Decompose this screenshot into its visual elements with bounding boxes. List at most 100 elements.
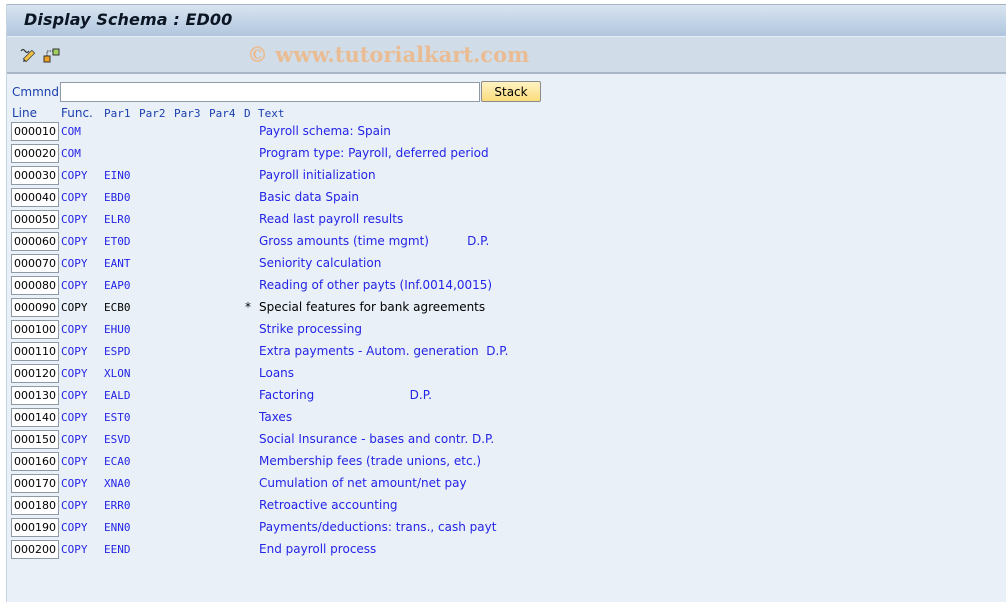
line-number-field[interactable]: 000200 [11, 540, 59, 559]
line-number-field[interactable]: 000100 [11, 320, 59, 339]
line-number-field[interactable]: 000160 [11, 452, 59, 471]
table-row: 000090 COPY ECB0 * Special features for bank… [7, 298, 1006, 320]
line-number-field[interactable]: 000170 [11, 474, 59, 493]
par1-cell: ESVD [104, 433, 131, 446]
par1-cell: EEND [104, 543, 131, 556]
table-row: 000130 COPY EALD Factoring D.P. [7, 386, 1006, 408]
par1-cell: EHU0 [104, 323, 131, 336]
line-number-field[interactable]: 000110 [11, 342, 59, 361]
line-number-field[interactable]: 000060 [11, 232, 59, 251]
row-text: Special features for bank agreements [259, 300, 486, 314]
row-text: Strike processing [259, 322, 362, 336]
row-text: Read last payroll results [259, 212, 404, 226]
table-row: 000170 COPY XNA0 Cumulation of net amount/n… [7, 474, 1006, 496]
par1-cell: EST0 [104, 411, 131, 424]
command-input[interactable] [60, 82, 480, 102]
page-title: Display Schema : ED00 [24, 10, 233, 29]
other-object-icon[interactable] [43, 46, 61, 64]
row-text: Retroactive accounting [259, 498, 398, 512]
par1-cell: EAP0 [104, 279, 131, 292]
function-cell: COPY [61, 279, 88, 292]
line-number-field[interactable]: 000030 [11, 166, 59, 185]
function-cell: COPY [61, 191, 88, 204]
line-number-field[interactable]: 000090 [11, 298, 59, 317]
par1-cell: XNA0 [104, 477, 131, 490]
function-cell: COPY [61, 411, 88, 424]
function-cell: COM [61, 147, 81, 160]
row-text: Payroll initialization [259, 168, 376, 182]
par1-cell: EALD [104, 389, 131, 402]
par1-cell: ET0D [104, 235, 131, 248]
par1-cell: ENN0 [104, 521, 131, 534]
line-number-field[interactable]: 000050 [11, 210, 59, 229]
row-text: Social Insurance - bases and contr. D.P. [259, 432, 495, 446]
par1-cell: XLON [104, 367, 131, 380]
deactivation-flag: * [245, 300, 251, 314]
par1-cell: ESPD [104, 345, 131, 358]
table-row: 000050 COPY ELR0 Read last payroll results [7, 210, 1006, 232]
row-text: Payments/deductions: trans., cash payt [259, 520, 497, 534]
column-header-func: Func. [61, 106, 93, 120]
row-text: Loans [259, 366, 295, 380]
table-row: 000040 COPY EBD0 Basic data Spain [7, 188, 1006, 210]
column-header-par2: Par2 [139, 107, 166, 120]
row-text: Reading of other payts (Inf.0014,0015) [259, 278, 493, 292]
function-cell: COM [61, 125, 81, 138]
table-row: 000110 COPY ESPD Extra payments - Autom. ge… [7, 342, 1006, 364]
row-text: End payroll process [259, 542, 377, 556]
table-row: 000060 COPY ET0D Gross amounts (time mgmt) … [7, 232, 1006, 254]
function-cell: COPY [61, 345, 88, 358]
function-cell: COPY [61, 455, 88, 468]
line-number-field[interactable]: 000180 [11, 496, 59, 515]
line-number-field[interactable]: 000120 [11, 364, 59, 383]
watermark: © www.tutorialkart.com [247, 42, 530, 67]
function-cell: COPY [61, 389, 88, 402]
table-row: 000030 COPY EIN0 Payroll initialization [7, 166, 1006, 188]
column-header-text: Text [258, 107, 285, 120]
display-change-icon[interactable] [19, 46, 37, 64]
line-number-field[interactable]: 000080 [11, 276, 59, 295]
column-header-line: Line [12, 106, 38, 120]
function-cell: COPY [61, 521, 88, 534]
table-row: 000190 COPY ENN0 Payments/deductions: trans… [7, 518, 1006, 540]
row-text: Seniority calculation [259, 256, 382, 270]
row-text: Basic data Spain [259, 190, 359, 204]
table-row: 000120 COPY XLON Loans [7, 364, 1006, 386]
line-number-field[interactable]: 000070 [11, 254, 59, 273]
par1-cell: EANT [104, 257, 131, 270]
table-row: 000020 COM Program type: Payroll, deferred… [7, 144, 1006, 166]
function-cell: COPY [61, 169, 88, 182]
function-cell: COPY [61, 235, 88, 248]
row-text: Cumulation of net amount/net pay [259, 476, 467, 490]
table-row: 000010 COM Payroll schema: Spain [7, 122, 1006, 144]
row-text: Extra payments - Autom. generation D.P. [259, 344, 509, 358]
column-header-par4: Par4 [209, 107, 236, 120]
row-text: Taxes [259, 410, 293, 424]
function-cell: COPY [61, 213, 88, 226]
application-toolbar: © www.tutorialkart.com [7, 37, 1006, 74]
column-header-par3: Par3 [174, 107, 201, 120]
table-row: 000080 COPY EAP0 Reading of other payts (In… [7, 276, 1006, 298]
par1-cell: EIN0 [104, 169, 131, 182]
line-number-field[interactable]: 000010 [11, 122, 59, 141]
row-text: Gross amounts (time mgmt) D.P. [259, 234, 490, 248]
table-row: 000180 COPY ERR0 Retroactive accounting [7, 496, 1006, 518]
line-number-field[interactable]: 000130 [11, 386, 59, 405]
line-number-field[interactable]: 000040 [11, 188, 59, 207]
line-number-field[interactable]: 000140 [11, 408, 59, 427]
function-cell: COPY [61, 257, 88, 270]
function-cell: COPY [61, 477, 88, 490]
stack-button[interactable]: Stack [481, 81, 541, 102]
table-row: 000070 COPY EANT Seniority calculation [7, 254, 1006, 276]
table-row: 000200 COPY EEND End payroll process [7, 540, 1006, 562]
row-text: Membership fees (trade unions, etc.) [259, 454, 482, 468]
line-number-field[interactable]: 000020 [11, 144, 59, 163]
column-header-par1: Par1 [104, 107, 131, 120]
function-cell: COPY [61, 543, 88, 556]
line-number-field[interactable]: 000150 [11, 430, 59, 449]
function-cell: COPY [61, 433, 88, 446]
row-text: Payroll schema: Spain [259, 124, 391, 138]
function-cell: COPY [61, 367, 88, 380]
function-cell: COPY [61, 323, 88, 336]
line-number-field[interactable]: 000190 [11, 518, 59, 537]
